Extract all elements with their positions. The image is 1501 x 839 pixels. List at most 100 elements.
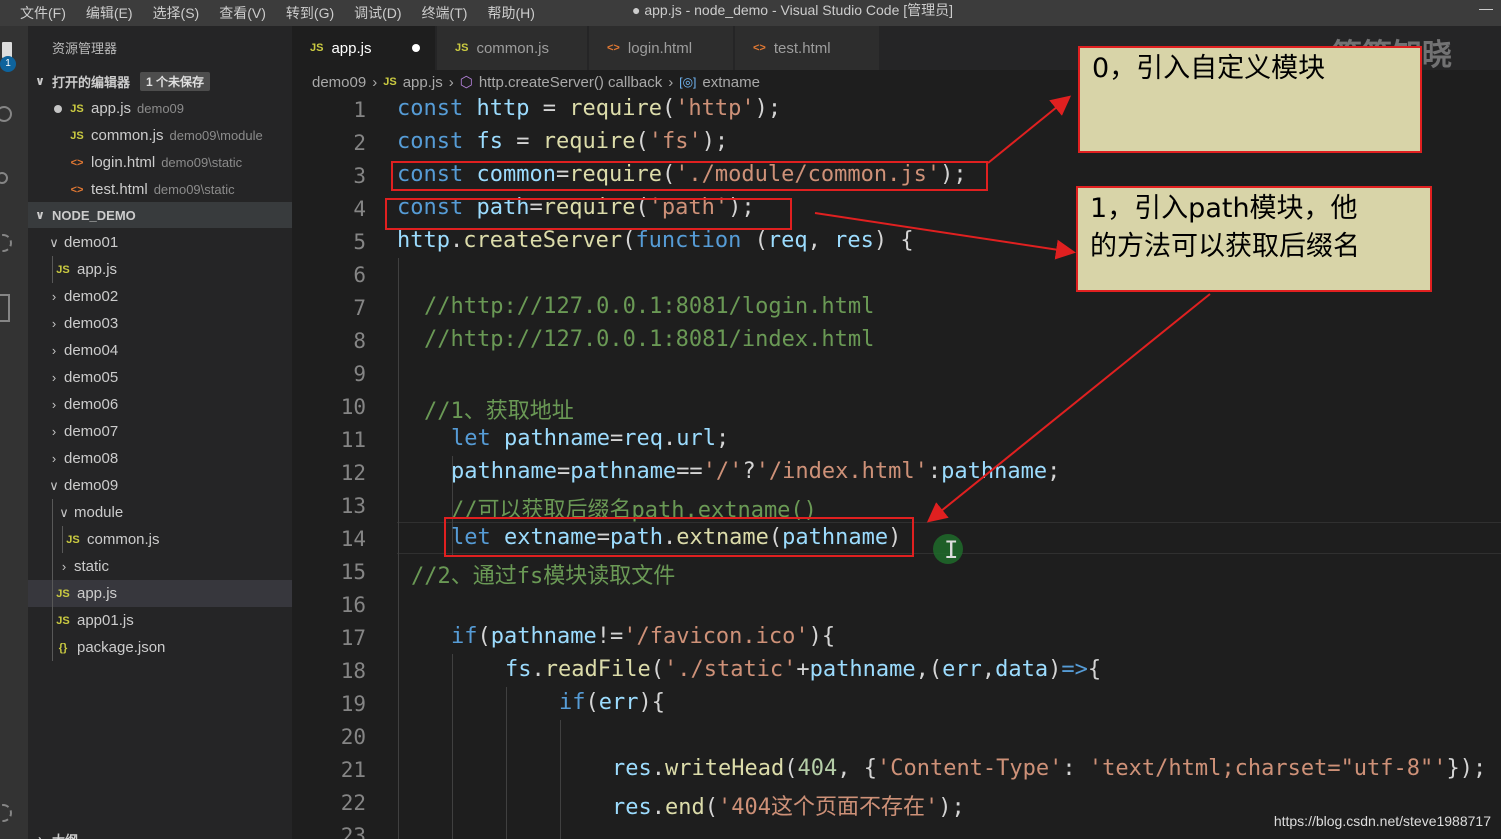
- callout-text: 0，引入自定义模块: [1092, 53, 1326, 84]
- tree-label: demo03: [64, 315, 119, 332]
- line-number: 6: [353, 263, 366, 287]
- variable-icon: [◎]: [679, 75, 697, 89]
- callout-path-module: 1，引入path模块，他 的方法可以获取后缀名: [1076, 186, 1432, 292]
- tree-folder-demo04[interactable]: › demo04: [28, 337, 292, 364]
- tab-common-js[interactable]: JS common.js: [437, 26, 588, 70]
- chevron-right-icon: ›: [51, 289, 57, 304]
- breadcrumb-symbol[interactable]: http.createServer() callback: [479, 74, 662, 91]
- open-editor-item[interactable]: <> login.html demo09\static: [28, 149, 292, 176]
- menu-help[interactable]: 帮助(H): [477, 3, 544, 23]
- breadcrumb-file[interactable]: app.js: [403, 74, 443, 91]
- debug-icon[interactable]: [0, 234, 12, 252]
- extensions-icon[interactable]: [0, 294, 10, 322]
- chevron-right-icon: ›: [51, 343, 57, 358]
- gear-icon[interactable]: [0, 804, 12, 822]
- chevron-right-icon: ›: [51, 316, 57, 331]
- js-file-icon: JS: [383, 76, 397, 88]
- tree-folder-demo08[interactable]: › demo08: [28, 445, 292, 472]
- line-number: 4: [353, 197, 366, 221]
- menu-debug[interactable]: 调试(D): [344, 3, 411, 23]
- menu-view[interactable]: 查看(V): [209, 3, 276, 23]
- tab-app-js[interactable]: JS app.js: [292, 26, 436, 70]
- indent-guide: [52, 256, 53, 283]
- tree-file-common[interactable]: JS common.js: [28, 526, 292, 553]
- line-number: 16: [340, 593, 366, 617]
- line-number: 10: [340, 395, 366, 419]
- line-number: 12: [340, 461, 366, 485]
- code-line: //1、获取地址: [424, 399, 574, 424]
- open-editor-item[interactable]: <> test.html demo09\static: [28, 176, 292, 203]
- tree-file-app[interactable]: JS app.js: [28, 580, 292, 607]
- breadcrumb-variable[interactable]: extname: [702, 74, 760, 91]
- html-file-icon: <>: [753, 42, 766, 54]
- tab-label: app.js: [331, 39, 372, 57]
- project-header[interactable]: ∨ NODE_DEMO: [28, 202, 292, 228]
- line-number: 5: [353, 230, 366, 254]
- line-number: 23: [340, 824, 366, 839]
- tree-label: package.json: [77, 639, 166, 656]
- code-line: let pathname=req.url;: [451, 426, 730, 451]
- js-file-icon: JS: [56, 614, 70, 627]
- menu-edit[interactable]: 编辑(E): [76, 3, 143, 23]
- tree-file-demo01-app[interactable]: JS app.js: [28, 256, 292, 283]
- chevron-right-icon: ›: [61, 559, 67, 574]
- search-icon[interactable]: [0, 106, 12, 122]
- js-file-icon: JS: [56, 587, 70, 600]
- breadcrumb: demo09 › JS app.js › ⬡ http.createServer…: [312, 72, 760, 92]
- cube-icon: ⬡: [459, 74, 473, 91]
- unsaved-badge: 1 个未保存: [140, 71, 211, 91]
- source-control-icon[interactable]: [0, 172, 8, 184]
- menu-selection[interactable]: 选择(S): [143, 3, 210, 23]
- menu-file[interactable]: 文件(F): [0, 3, 76, 23]
- code-line: if(err){: [559, 690, 665, 715]
- outline-header[interactable]: › 大纲: [28, 826, 292, 839]
- tab-login-html[interactable]: <> login.html: [589, 26, 734, 70]
- tree-folder-demo02[interactable]: › demo02: [28, 283, 292, 310]
- code-line: if(pathname!='/favicon.ico'){: [451, 624, 836, 649]
- tree-label: demo09: [64, 477, 119, 494]
- line-number: 21: [340, 758, 366, 782]
- tree-folder-demo09[interactable]: ∨ demo09: [28, 472, 292, 499]
- code-line: res.end('404这个页面不存在');: [612, 795, 965, 820]
- open-editor-name: app.js: [91, 100, 132, 117]
- tab-test-html[interactable]: <> test.html: [735, 26, 880, 70]
- line-number: 11: [340, 428, 366, 452]
- js-file-icon: JS: [310, 42, 324, 54]
- code-line: const fs = require('fs');: [397, 129, 729, 154]
- tree-folder-demo07[interactable]: › demo07: [28, 418, 292, 445]
- explorer-badge: 1: [0, 56, 16, 72]
- callout-text: 的方法可以获取后缀名: [1090, 231, 1360, 262]
- tree-label: demo01: [64, 234, 119, 251]
- line-number: 20: [340, 725, 366, 749]
- tree-file-app01[interactable]: JS app01.js: [28, 607, 292, 634]
- tree-folder-demo06[interactable]: › demo06: [28, 391, 292, 418]
- line-number: 9: [353, 362, 366, 386]
- code-line: //http://127.0.0.1:8081/login.html: [424, 294, 875, 319]
- menu-terminal[interactable]: 终端(T): [412, 3, 478, 23]
- open-editor-name: login.html: [91, 154, 156, 171]
- tree-folder-module[interactable]: ∨ module: [28, 499, 292, 526]
- tree-folder-demo01[interactable]: ∨ demo01: [28, 229, 292, 256]
- unsaved-dot-icon[interactable]: [412, 44, 420, 52]
- tree-label: demo04: [64, 342, 119, 359]
- menu-go[interactable]: 转到(G): [276, 3, 344, 23]
- unsaved-dot-icon[interactable]: [54, 104, 62, 113]
- chevron-down-icon: ∨: [49, 477, 59, 493]
- minimize-icon[interactable]: [1479, 0, 1493, 10]
- open-editors-header[interactable]: ∨ 打开的编辑器 1 个未保存: [28, 68, 292, 94]
- js-file-icon: JS: [455, 42, 469, 54]
- tree-folder-demo03[interactable]: › demo03: [28, 310, 292, 337]
- tree-folder-static[interactable]: › static: [28, 553, 292, 580]
- indent-guide: [52, 499, 53, 661]
- tree-folder-demo05[interactable]: › demo05: [28, 364, 292, 391]
- breadcrumb-folder[interactable]: demo09: [312, 74, 366, 91]
- project-label: NODE_DEMO: [52, 207, 136, 223]
- code-line: const http = require('http');: [397, 96, 782, 121]
- open-editor-path: demo09\static: [161, 155, 243, 170]
- open-editor-item[interactable]: JS app.js demo09: [28, 95, 292, 122]
- tree-label: demo06: [64, 396, 119, 413]
- line-number: 7: [353, 296, 366, 320]
- line-number: 22: [340, 791, 366, 815]
- tree-file-package[interactable]: {} package.json: [28, 634, 292, 661]
- open-editor-item[interactable]: JS common.js demo09\module: [28, 122, 292, 149]
